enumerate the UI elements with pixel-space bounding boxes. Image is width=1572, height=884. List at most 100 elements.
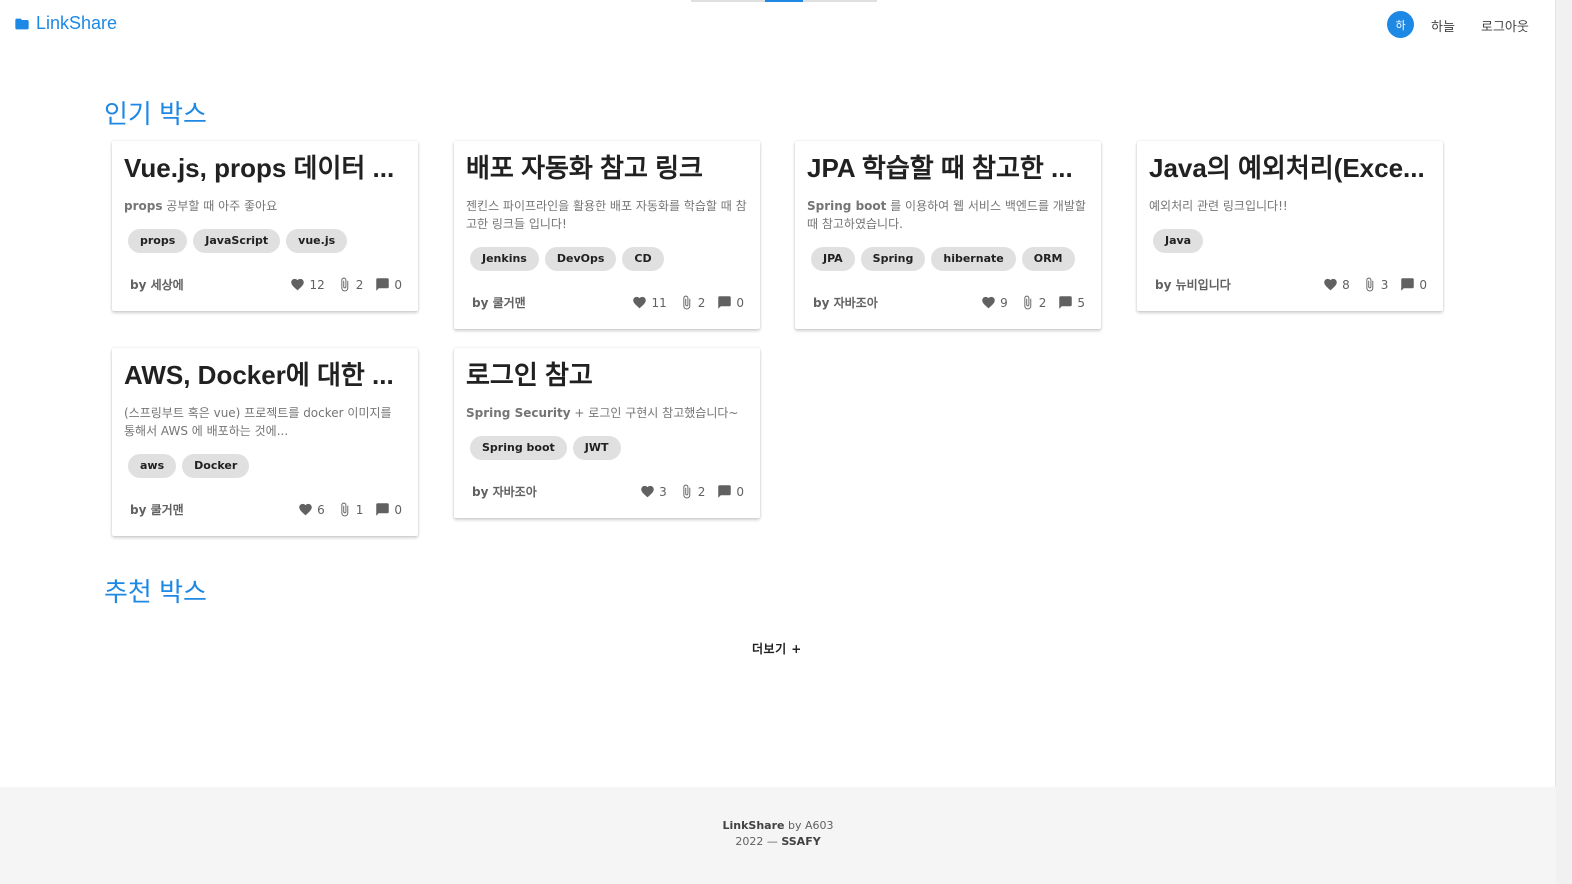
tag-chip[interactable]: aws — [128, 454, 177, 478]
card-footer: by 세상에 12 2 0 — [130, 276, 402, 293]
card-title: JPA 학습할 때 참고한 ... — [807, 153, 1073, 183]
card-description: props 공부할 때 아주 좋아요 — [124, 197, 406, 215]
card-stats: 8 3 0 — [1323, 277, 1427, 292]
tag-chip[interactable]: JWT — [572, 436, 621, 460]
tag-list: Spring boot JWT — [470, 436, 748, 460]
tag-chip[interactable]: ORM — [1021, 247, 1075, 271]
card-footer: by 쿨거맨 6 1 0 — [130, 501, 402, 518]
comment-icon — [718, 296, 732, 309]
card-author[interactable]: by 쿨거맨 — [130, 501, 184, 518]
like-count: 9 — [1000, 295, 1008, 310]
card-description: Spring Security + 로그인 구현시 참고했습니다~ — [466, 404, 748, 422]
tag-chip[interactable]: JPA — [811, 247, 855, 271]
logo-text: LinkShare — [36, 13, 118, 33]
box-card[interactable]: 로그인 참고 Spring Security + 로그인 구현시 참고했습니다~ S… — [454, 348, 760, 518]
tag-chip[interactable]: Jenkins — [470, 247, 539, 271]
tag-chip[interactable]: Spring — [860, 247, 926, 271]
tag-chip[interactable]: Docker — [182, 454, 250, 478]
recommended-section-title: 추천 박스 — [104, 577, 207, 607]
card-description: Spring boot 를 이용하여 웹 서비스 백엔드를 개발할 때 참고하였… — [807, 197, 1089, 233]
like-count: 8 — [1342, 277, 1350, 292]
folder-icon — [15, 18, 29, 29]
link-count: 2 — [355, 277, 364, 292]
card-stats: 12 2 0 — [290, 277, 402, 292]
tag-list: JPA Spring hibernate ORM — [811, 247, 1089, 271]
card-author[interactable]: by 세상에 — [130, 276, 184, 293]
paperclip-icon — [683, 484, 690, 499]
popular-section-title: 인기 박스 — [104, 99, 207, 129]
footer-org: SSAFY — [781, 835, 821, 848]
tag-chip[interactable]: CD — [622, 247, 664, 271]
comment-count: 0 — [736, 484, 744, 499]
comment-icon — [376, 278, 390, 291]
box-card[interactable]: Vue.js, props 데이터 ... props 공부할 때 아주 좋아요 p… — [112, 141, 418, 311]
card-stats: 6 1 0 — [298, 502, 402, 517]
card-stats: 3 2 0 — [640, 484, 744, 499]
comment-count: 0 — [394, 277, 402, 292]
scrollbar[interactable] — [1555, 0, 1572, 884]
tag-chip[interactable]: JavaScript — [193, 229, 281, 253]
avatar[interactable]: 하 — [1387, 11, 1414, 38]
card-description-text: 젠킨스 파이프라인을 활용한 배포 자동화를 학습할 때 참고한 링크들 입니다… — [466, 199, 747, 231]
tag-chip[interactable]: hibernate — [931, 247, 1016, 271]
paperclip-icon — [1024, 295, 1031, 310]
link-count: 1 — [355, 502, 364, 517]
card-description: 젠킨스 파이프라인을 활용한 배포 자동화를 학습할 때 참고한 링크들 입니다… — [466, 197, 748, 233]
card-title: Java의 예외처리(Exce... — [1149, 153, 1425, 183]
card-author[interactable]: by 자바조아 — [813, 294, 878, 311]
card-description-bold: props — [124, 199, 163, 213]
card-stats: 9 2 5 — [981, 295, 1085, 310]
card-description-bold: Spring Security — [466, 406, 571, 420]
card-description-text: (스프링부트 혹은 vue) 프로젝트를 docker 이미지를 통해서 AWS… — [124, 406, 392, 438]
card-stats: 11 2 0 — [632, 295, 744, 310]
heart-icon — [299, 503, 312, 516]
card-author[interactable]: by 자바조아 — [472, 483, 537, 500]
footer-credit: LinkShare by A603 — [0, 819, 1556, 832]
card-footer: by 쿨거맨 11 2 0 — [472, 294, 744, 311]
paperclip-icon — [683, 295, 690, 310]
user-name-link[interactable]: 하늘 — [1431, 16, 1455, 35]
tag-list: aws Docker — [128, 454, 406, 478]
app-header: LinkShare 하 하늘 로그아웃 — [0, 0, 1556, 50]
comment-icon — [718, 485, 732, 498]
tag-chip[interactable]: Spring boot — [470, 436, 567, 460]
link-count: 2 — [697, 484, 706, 499]
like-count: 3 — [659, 484, 667, 499]
card-author[interactable]: by 뉴비입니다 — [1155, 276, 1231, 293]
heart-icon — [1324, 278, 1337, 291]
footer-year: 2022 — — [735, 835, 782, 848]
paperclip-icon — [341, 502, 348, 517]
heart-icon — [291, 278, 305, 291]
logo-link[interactable]: LinkShare — [14, 13, 117, 34]
tag-chip[interactable]: Java — [1153, 229, 1204, 253]
card-author[interactable]: by 쿨거맨 — [472, 294, 526, 311]
card-title: 로그인 참고 — [466, 360, 593, 390]
card-title: Vue.js, props 데이터 ... — [124, 153, 395, 183]
paperclip-icon — [1366, 277, 1373, 292]
card-description: 예외처리 관련 링크입니다!! — [1149, 197, 1431, 215]
box-card[interactable]: 배포 자동화 참고 링크 젠킨스 파이프라인을 활용한 배포 자동화를 학습할 때… — [454, 141, 760, 329]
box-card[interactable]: AWS, Docker에 대한 ... (스프링부트 혹은 vue) 프로젝트를 … — [112, 348, 418, 536]
comment-count: 5 — [1077, 295, 1085, 310]
tag-chip[interactable]: vue.js — [286, 229, 348, 253]
logout-button[interactable]: 로그아웃 — [1481, 16, 1529, 35]
page-footer: LinkShare by A603 2022 — SSAFY — [0, 787, 1556, 884]
tag-chip[interactable]: DevOps — [544, 247, 617, 271]
link-count: 2 — [1038, 295, 1047, 310]
box-card[interactable]: JPA 학습할 때 참고한 ... Spring boot 를 이용하여 웹 서비… — [795, 141, 1101, 329]
like-count: 6 — [317, 502, 325, 517]
box-card[interactable]: Java의 예외처리(Exce... 예외처리 관련 링크입니다!! Java by … — [1137, 141, 1443, 311]
tag-chip[interactable]: props — [128, 229, 188, 253]
comment-icon — [376, 503, 390, 516]
card-footer: by 자바조아 9 2 5 — [813, 294, 1085, 311]
card-description-text: 공부할 때 아주 좋아요 — [162, 199, 278, 213]
like-count: 12 — [309, 277, 325, 292]
link-count: 3 — [1380, 277, 1389, 292]
footer-by: by A603 — [784, 819, 834, 832]
like-count: 11 — [651, 295, 667, 310]
footer-copyright: 2022 — SSAFY — [0, 835, 1556, 848]
comment-icon — [1059, 296, 1073, 309]
tag-list: Java — [1153, 229, 1431, 253]
card-description-text: + 로그인 구현시 참고했습니다~ — [570, 406, 739, 420]
more-button[interactable]: 더보기 + — [752, 640, 802, 657]
